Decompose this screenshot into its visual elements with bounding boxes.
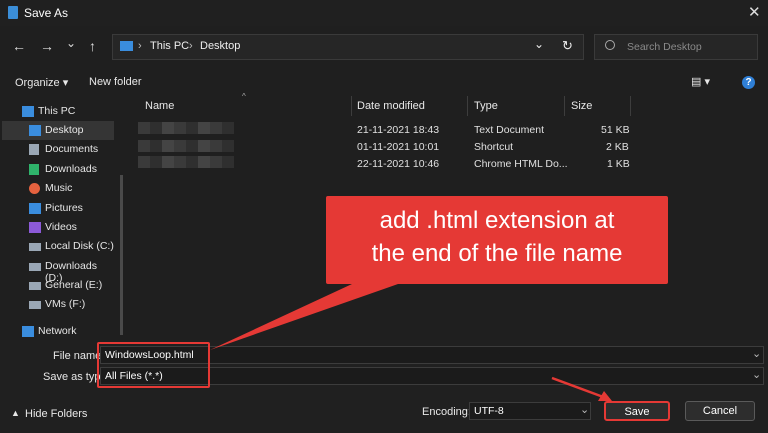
save-arrow-line — [551, 376, 607, 400]
annotation-text-line-1: add .html extension at — [379, 207, 615, 234]
callout-pointer — [210, 284, 398, 350]
annotation-text-line-2: the end of the file name — [371, 240, 623, 267]
